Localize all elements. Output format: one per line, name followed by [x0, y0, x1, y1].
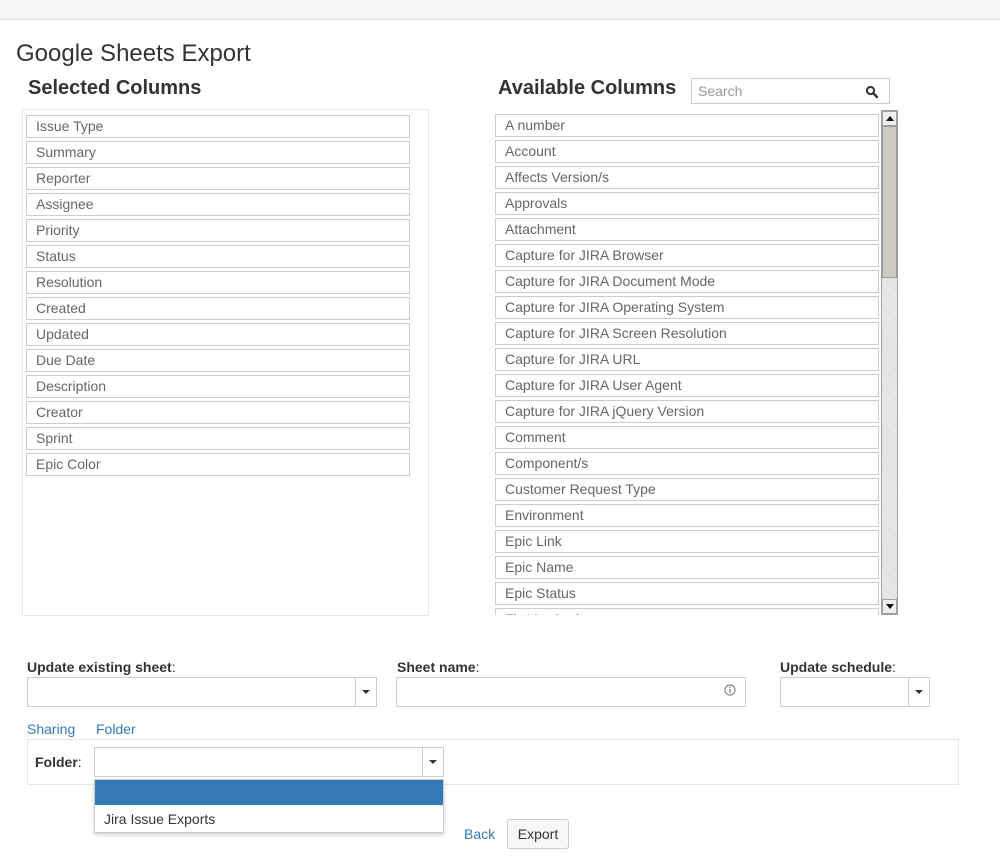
column-search-box: [691, 78, 890, 104]
selected-column-item[interactable]: Creator: [26, 401, 410, 424]
sheet-name-label: Sheet name:: [397, 659, 479, 675]
available-column-item[interactable]: Approvals: [495, 192, 879, 215]
selected-column-item[interactable]: Description: [26, 375, 410, 398]
available-column-item[interactable]: Environment: [495, 504, 879, 527]
selected-column-item[interactable]: Updated: [26, 323, 410, 346]
available-column-item[interactable]: Affects Version/s: [495, 166, 879, 189]
folder-select[interactable]: [94, 747, 444, 777]
label-colon: :: [77, 754, 82, 770]
available-column-item[interactable]: Customer Request Type: [495, 478, 879, 501]
folder-label: Folder:: [35, 754, 82, 770]
selected-column-item[interactable]: Reporter: [26, 167, 410, 190]
update-schedule-select[interactable]: [780, 677, 930, 707]
available-column-item[interactable]: Comment: [495, 426, 879, 449]
available-column-item[interactable]: Capture for JIRA Operating System: [495, 296, 879, 319]
tab-sharing[interactable]: Sharing: [27, 721, 75, 737]
scroll-up-arrow-icon[interactable]: [882, 111, 897, 126]
available-column-item[interactable]: Capture for JIRA jQuery Version: [495, 400, 879, 423]
label-colon: :: [171, 659, 176, 675]
chevron-down-icon[interactable]: [355, 678, 376, 706]
selected-column-item[interactable]: Priority: [26, 219, 410, 242]
info-icon: [724, 684, 736, 696]
available-column-item[interactable]: Capture for JIRA Screen Resolution: [495, 322, 879, 345]
available-column-item[interactable]: Capture for JIRA Browser: [495, 244, 879, 267]
chevron-down-icon[interactable]: [422, 748, 443, 776]
top-bar: [0, 0, 1000, 20]
available-column-item[interactable]: Epic Link: [495, 530, 879, 553]
available-columns-panel: A number Account Affects Version/s Approval…: [493, 109, 898, 615]
page-title: Google Sheets Export: [16, 40, 251, 67]
available-column-item[interactable]: Epic Status: [495, 582, 879, 605]
available-column-item[interactable]: Capture for JIRA User Agent: [495, 374, 879, 397]
update-schedule-label-text: Update schedule: [780, 659, 893, 675]
available-columns-heading: Available Columns: [498, 77, 677, 99]
update-existing-sheet-select[interactable]: [27, 677, 377, 707]
selected-column-item[interactable]: Created: [26, 297, 410, 320]
search-icon[interactable]: [865, 85, 879, 99]
update-existing-sheet-label-text: Update existing sheet: [27, 659, 172, 675]
selected-column-item[interactable]: Due Date: [26, 349, 410, 372]
selected-column-item[interactable]: Epic Color: [26, 453, 410, 476]
available-column-item[interactable]: Epic Name: [495, 556, 879, 579]
available-column-item[interactable]: Fix Version/s: [495, 608, 879, 615]
back-link[interactable]: Back: [464, 826, 495, 842]
selected-column-item[interactable]: Resolution: [26, 271, 410, 294]
selected-column-item[interactable]: Sprint: [26, 427, 410, 450]
export-button[interactable]: Export: [507, 819, 569, 849]
column-search-input[interactable]: [692, 79, 857, 103]
available-column-item[interactable]: A number: [495, 114, 879, 137]
update-schedule-label: Update schedule:: [780, 659, 896, 675]
selected-column-item[interactable]: Summary: [26, 141, 410, 164]
sheet-name-input[interactable]: [396, 677, 746, 707]
label-colon: :: [475, 659, 480, 675]
available-column-item[interactable]: Capture for JIRA Document Mode: [495, 270, 879, 293]
selected-column-item[interactable]: Assignee: [26, 193, 410, 216]
label-colon: :: [892, 659, 896, 675]
available-columns-list: A number Account Affects Version/s Approval…: [495, 114, 879, 615]
selected-columns-panel: Issue Type Summary Reporter Assignee Priorit…: [22, 109, 429, 616]
update-existing-sheet-label: Update existing sheet:: [27, 659, 176, 675]
available-columns-scrollbar[interactable]: [881, 110, 898, 615]
chevron-down-icon[interactable]: [908, 678, 929, 706]
selected-column-item[interactable]: Issue Type: [26, 115, 410, 138]
available-column-item[interactable]: Component/s: [495, 452, 879, 475]
folder-option-empty[interactable]: [95, 780, 443, 805]
selected-columns-list: Issue Type Summary Reporter Assignee Priorit…: [26, 115, 410, 479]
selected-columns-heading: Selected Columns: [28, 77, 202, 99]
tab-folder[interactable]: Folder: [96, 721, 136, 737]
scroll-thumb[interactable]: [882, 126, 897, 278]
scroll-down-arrow-icon[interactable]: [882, 599, 897, 614]
selected-column-item[interactable]: Status: [26, 245, 410, 268]
folder-option-jira-issue-exports[interactable]: Jira Issue Exports: [95, 808, 443, 830]
folder-dropdown-menu: Jira Issue Exports: [94, 779, 444, 833]
available-column-item[interactable]: Capture for JIRA URL: [495, 348, 879, 371]
available-column-item[interactable]: Attachment: [495, 218, 879, 241]
sheet-name-label-text: Sheet name: [397, 659, 476, 675]
folder-label-text: Folder: [35, 754, 78, 770]
available-column-item[interactable]: Account: [495, 140, 879, 163]
